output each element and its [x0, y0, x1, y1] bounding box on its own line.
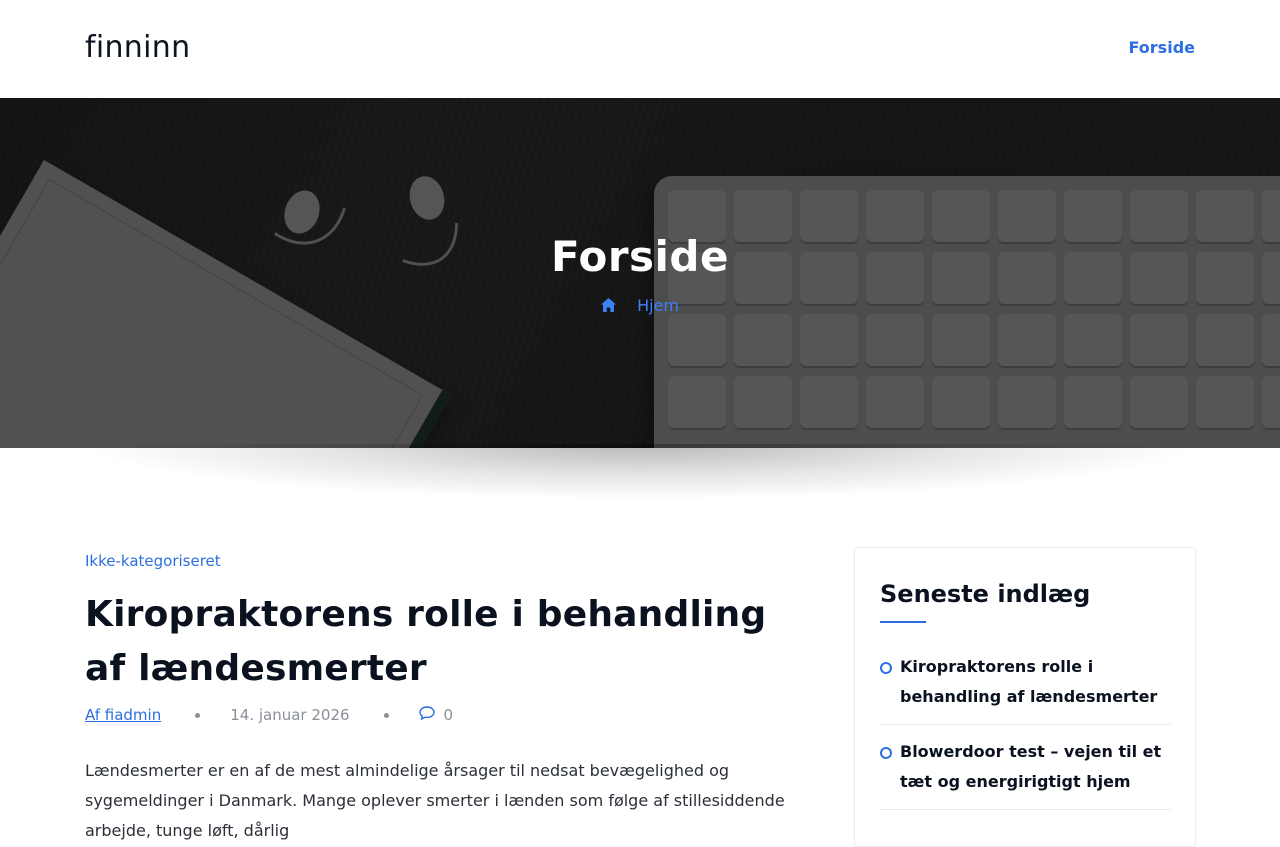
site-logo[interactable]: finninn [85, 30, 190, 65]
nav-item-forside[interactable]: Forside [1129, 38, 1195, 57]
page-title: Forside [550, 232, 729, 281]
post-excerpt: Lændesmerter er en af de mest almindelig… [85, 761, 785, 840]
post-title[interactable]: Kiropraktorens rolle i behandling af læn… [85, 588, 815, 696]
list-item: Kiropraktorens rolle i behandling af læn… [880, 652, 1171, 725]
sidebar-widget: Seneste indlæg Kiropraktorens rolle i be… [854, 547, 1196, 847]
author-link[interactable]: Af fiadmin [85, 706, 161, 724]
breadcrumb: Hjem [0, 296, 1280, 316]
widget-title-underline [880, 621, 926, 623]
article-preview: Ikke-kategoriseret Kiropraktorens rolle … [85, 550, 815, 846]
meta-separator [383, 712, 389, 718]
recent-post-link[interactable]: Blowerdoor test – vejen til et tæt og en… [900, 742, 1161, 791]
circle-bullet-icon [880, 662, 892, 674]
home-icon[interactable] [601, 297, 616, 316]
recent-posts-list: Kiropraktorens rolle i behandling af læn… [880, 652, 1171, 822]
comment-icon[interactable] [418, 706, 435, 724]
list-item: Blowerdoor test – vejen til et tæt og en… [880, 737, 1171, 810]
category-link[interactable]: Ikke-kategoriseret [85, 552, 221, 570]
post-meta: Af fiadmin 14. januar 2026 0 [85, 706, 815, 724]
breadcrumb-home-link[interactable]: Hjem [637, 296, 679, 315]
comment-count[interactable]: 0 [444, 706, 454, 724]
site-header: finninn Forside [0, 0, 1280, 98]
recent-post-link[interactable]: Kiropraktorens rolle i behandling af læn… [900, 657, 1157, 706]
widget-title: Seneste indlæg [880, 580, 1091, 608]
circle-bullet-icon [880, 747, 892, 759]
post-date: 14. januar 2026 [230, 706, 350, 724]
meta-separator [195, 712, 201, 718]
page-hero: Forside Hjem [0, 98, 1280, 448]
hero-shadow [80, 444, 1200, 500]
